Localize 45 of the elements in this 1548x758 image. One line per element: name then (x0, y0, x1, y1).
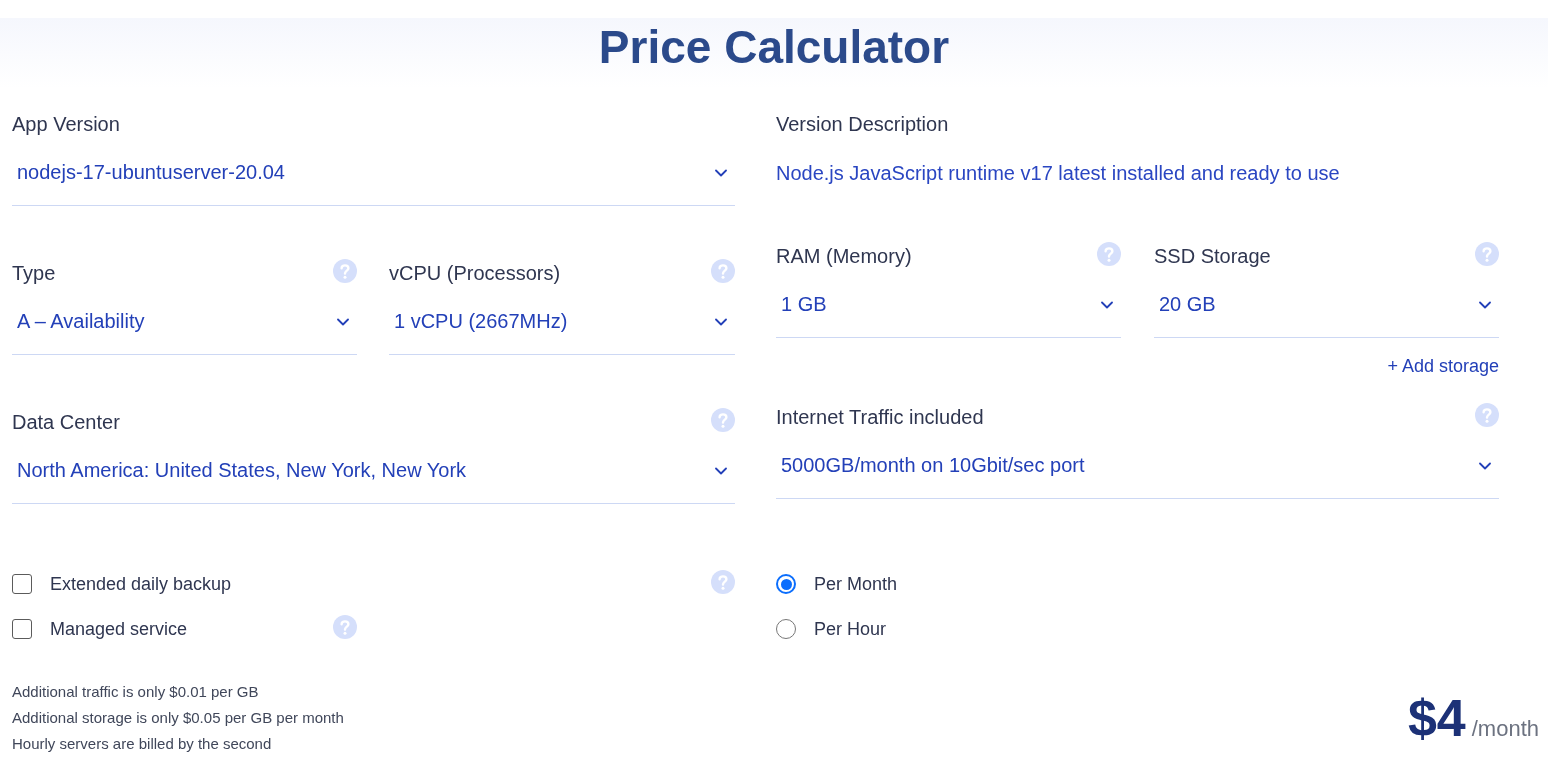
add-storage-link[interactable]: + Add storage (1387, 354, 1499, 378)
field-label: Data Center (12, 410, 120, 434)
chevron-icon (337, 317, 349, 326)
description-text: Node.js JavaScript runtime v17 latest installed and ready to use (776, 160, 1341, 186)
note-text: Additional traffic is only $0.01 per GB (12, 682, 260, 702)
help-icon[interactable] (1475, 403, 1499, 427)
radio-label[interactable]: Per Month (814, 573, 898, 595)
note-text: Hourly servers are billed by the second (12, 734, 273, 754)
field-label: SSD Storage (1154, 244, 1271, 268)
note-text: Additional storage is only $0.05 per GB per month (12, 708, 345, 728)
dropdown[interactable]: nodejs-17-ubuntuserver-20.04 (12, 148, 735, 206)
help-icon[interactable] (1475, 242, 1499, 266)
dropdown[interactable]: 1 vCPU (2667MHz) (389, 297, 735, 355)
radio-label[interactable]: Per Hour (814, 618, 887, 640)
help-icon[interactable] (711, 570, 735, 594)
dropdown[interactable]: 20 GB (1154, 280, 1499, 338)
checkbox[interactable] (12, 619, 32, 639)
field-label: Type (12, 261, 56, 285)
page-title: Price Calculator (598, 20, 950, 75)
help-icon[interactable] (1097, 242, 1121, 266)
chevron-icon (715, 317, 727, 326)
dropdown[interactable]: A – Availability (12, 297, 357, 355)
field-label: Version Description (776, 112, 949, 136)
help-icon[interactable] (711, 408, 735, 432)
price-period: /month (1471, 716, 1539, 742)
checkbox-label[interactable]: Managed service (50, 618, 188, 640)
field-label: RAM (Memory) (776, 244, 912, 268)
chevron-icon (715, 168, 727, 177)
help-icon[interactable] (333, 259, 357, 283)
field-label: App Version (12, 112, 120, 136)
field-label: vCPU (Processors) (389, 261, 561, 285)
help-icon[interactable] (711, 259, 735, 283)
dropdown[interactable]: 5000GB/month on 10Gbit/sec port (776, 441, 1499, 499)
help-icon[interactable] (333, 615, 357, 639)
checkbox[interactable] (12, 574, 32, 594)
dropdown[interactable]: 1 GB (776, 280, 1121, 338)
field-label: Internet Traffic included (776, 405, 984, 429)
dropdown[interactable]: North America: United States, New York, New York (12, 446, 735, 504)
checkbox-label[interactable]: Extended daily backup (50, 573, 232, 595)
radio-button[interactable] (776, 574, 796, 594)
chevron-icon (1101, 300, 1113, 309)
price-amount: $4 (1407, 688, 1466, 748)
chevron-icon (1479, 461, 1491, 470)
chevron-icon (715, 466, 727, 475)
chevron-icon (1479, 300, 1491, 309)
